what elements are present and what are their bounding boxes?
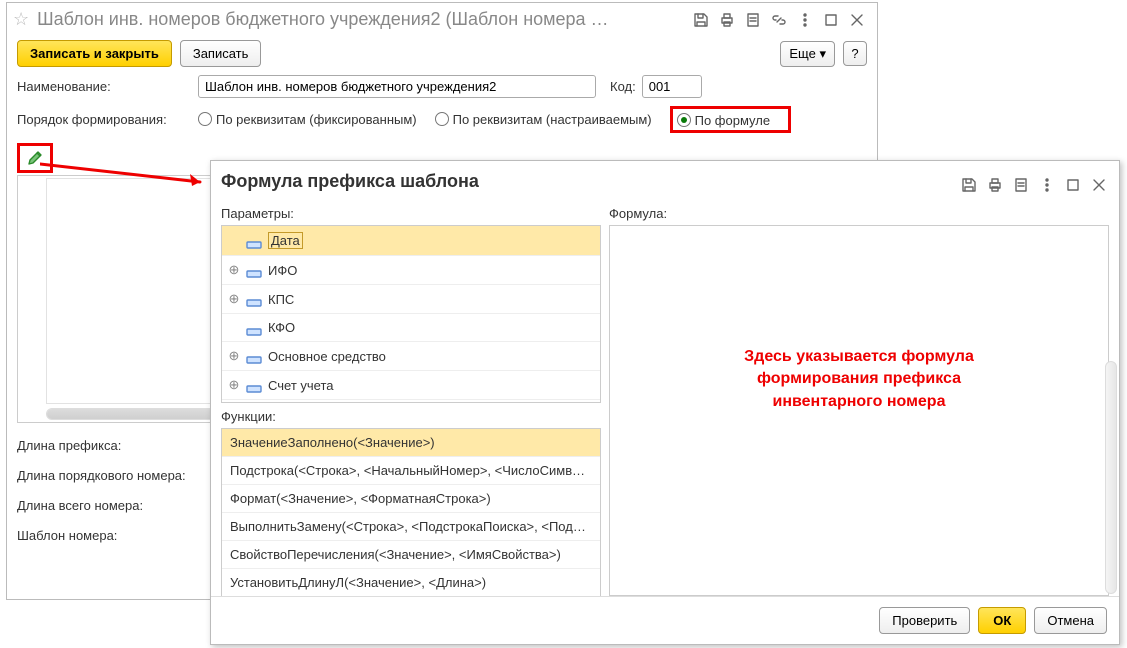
field-icon xyxy=(246,266,262,274)
expand-icon[interactable]: ⊕ xyxy=(228,262,240,278)
param-item[interactable]: ⊕ ИФО xyxy=(222,256,600,285)
edit-formula-button[interactable] xyxy=(17,143,53,173)
seq-len-label: Длина порядкового номера: xyxy=(17,468,222,483)
help-button[interactable]: ? xyxy=(843,41,867,66)
save-button[interactable]: Записать xyxy=(180,40,262,67)
param-label: ИФО xyxy=(268,263,297,278)
radio-formula-label: По формуле xyxy=(695,113,770,128)
report-icon[interactable] xyxy=(1011,175,1031,195)
funcs-list[interactable]: ЗначениеЗаполнено(<Значение>)Подстрока(<… xyxy=(221,428,601,598)
param-item[interactable]: ⊕ Счет учета xyxy=(222,371,600,400)
param-item[interactable]: ⊕ Основное средство xyxy=(222,342,600,371)
order-label: Порядок формирования: xyxy=(17,112,192,127)
ok-button[interactable]: ОК xyxy=(978,607,1026,634)
param-item[interactable]: КФО xyxy=(222,314,600,342)
func-item[interactable]: СвойствоПеречисления(<Значение>, <ИмяСво… xyxy=(222,541,600,569)
window-title: Формула префикса шаблона xyxy=(217,171,953,198)
print-icon[interactable] xyxy=(985,175,1005,195)
name-row: Наименование: Код: xyxy=(7,71,877,102)
print-icon[interactable] xyxy=(717,10,737,30)
func-item[interactable]: УстановитьДлинуЛ(<Значение>, <Длина>) xyxy=(222,569,600,597)
star-icon[interactable]: ☆ xyxy=(13,9,29,30)
formula-window: Формула префикса шаблона Параметры: Дата… xyxy=(210,160,1120,645)
annotation-text: Здесь указывается формула формирования п… xyxy=(610,346,1108,413)
param-label: КФО xyxy=(268,320,295,335)
field-icon xyxy=(246,352,262,360)
total-len-label: Длина всего номера: xyxy=(17,498,222,513)
report-icon[interactable] xyxy=(743,10,763,30)
param-item[interactable]: Дата xyxy=(222,226,600,256)
code-label: Код: xyxy=(610,79,636,94)
check-button[interactable]: Проверить xyxy=(879,607,970,634)
func-item[interactable]: ВыполнитьЗамену(<Строка>, <ПодстрокаПоис… xyxy=(222,513,600,541)
order-row: Порядок формирования: По реквизитам (фик… xyxy=(7,102,877,137)
kebab-icon[interactable] xyxy=(795,10,815,30)
prefix-len-label: Длина префикса: xyxy=(17,438,222,453)
code-input[interactable] xyxy=(642,75,702,98)
save-icon[interactable] xyxy=(959,175,979,195)
kebab-icon[interactable] xyxy=(1037,175,1057,195)
radio-fixed[interactable]: По реквизитам (фиксированным) xyxy=(198,112,417,127)
save-icon[interactable] xyxy=(691,10,711,30)
name-input[interactable] xyxy=(198,75,596,98)
formula-body: Параметры: Дата ⊕ ИФО ⊕ КПС КФО ⊕ Основное сред… xyxy=(211,204,1119,596)
close-icon[interactable] xyxy=(1089,175,1109,195)
radio-formula[interactable]: По формуле xyxy=(677,113,770,128)
save-close-button[interactable]: Записать и закрыть xyxy=(17,40,172,67)
func-item[interactable]: ЗначениеЗаполнено(<Значение>) xyxy=(222,429,600,457)
radio-fixed-label: По реквизитам (фиксированным) xyxy=(216,112,417,127)
func-item[interactable]: Формат(<Значение>, <ФорматнаяСтрока>) xyxy=(222,485,600,513)
radio-custom[interactable]: По реквизитам (настраиваемым) xyxy=(435,112,652,127)
field-icon xyxy=(246,295,262,303)
more-label: Еще xyxy=(789,46,815,61)
maximize-icon[interactable] xyxy=(1063,175,1083,195)
param-item[interactable]: ⊕ КПС xyxy=(222,285,600,314)
titlebar: Формула префикса шаблона xyxy=(211,161,1119,204)
toolbar: Записать и закрыть Записать Еще ▾ ? xyxy=(7,36,877,71)
params-tree[interactable]: Дата ⊕ ИФО ⊕ КПС КФО ⊕ Основное средство ⊕ Счет у… xyxy=(221,225,601,403)
vertical-scrollbar[interactable] xyxy=(1105,361,1117,594)
field-icon xyxy=(246,381,262,389)
link-icon[interactable] xyxy=(769,10,789,30)
expand-icon[interactable]: ⊕ xyxy=(228,291,240,307)
param-label: Счет учета xyxy=(268,378,334,393)
maximize-icon[interactable] xyxy=(821,10,841,30)
params-label: Параметры: xyxy=(221,204,601,225)
template-label: Шаблон номера: xyxy=(17,528,222,543)
formula-label: Формула: xyxy=(609,204,1109,225)
chevron-down-icon: ▾ xyxy=(819,46,826,61)
param-label: Дата xyxy=(268,232,303,249)
titlebar: ☆ Шаблон инв. номеров бюджетного учрежде… xyxy=(7,3,877,36)
more-button[interactable]: Еще ▾ xyxy=(780,41,835,67)
expand-icon[interactable]: ⊕ xyxy=(228,377,240,393)
field-icon xyxy=(246,237,262,245)
param-label: Основное средство xyxy=(268,349,386,364)
name-label: Наименование: xyxy=(17,79,192,94)
footer: Проверить ОК Отмена xyxy=(211,596,1119,644)
param-label: КПС xyxy=(268,292,294,307)
radio-formula-highlight: По формуле xyxy=(670,106,791,133)
window-title: Шаблон инв. номеров бюджетного учреждени… xyxy=(37,9,685,30)
func-item[interactable]: Подстрока(<Строка>, <НачальныйНомер>, <Ч… xyxy=(222,457,600,485)
radio-custom-label: По реквизитам (настраиваемым) xyxy=(453,112,652,127)
expand-icon[interactable]: ⊕ xyxy=(228,348,240,364)
right-column: Формула: Здесь указывается формула форми… xyxy=(609,204,1109,596)
formula-textarea[interactable]: Здесь указывается формула формирования п… xyxy=(609,225,1109,596)
funcs-label: Функции: xyxy=(221,403,601,428)
left-column: Параметры: Дата ⊕ ИФО ⊕ КПС КФО ⊕ Основное сред… xyxy=(221,204,601,596)
cancel-button[interactable]: Отмена xyxy=(1034,607,1107,634)
close-icon[interactable] xyxy=(847,10,867,30)
field-icon xyxy=(246,324,262,332)
